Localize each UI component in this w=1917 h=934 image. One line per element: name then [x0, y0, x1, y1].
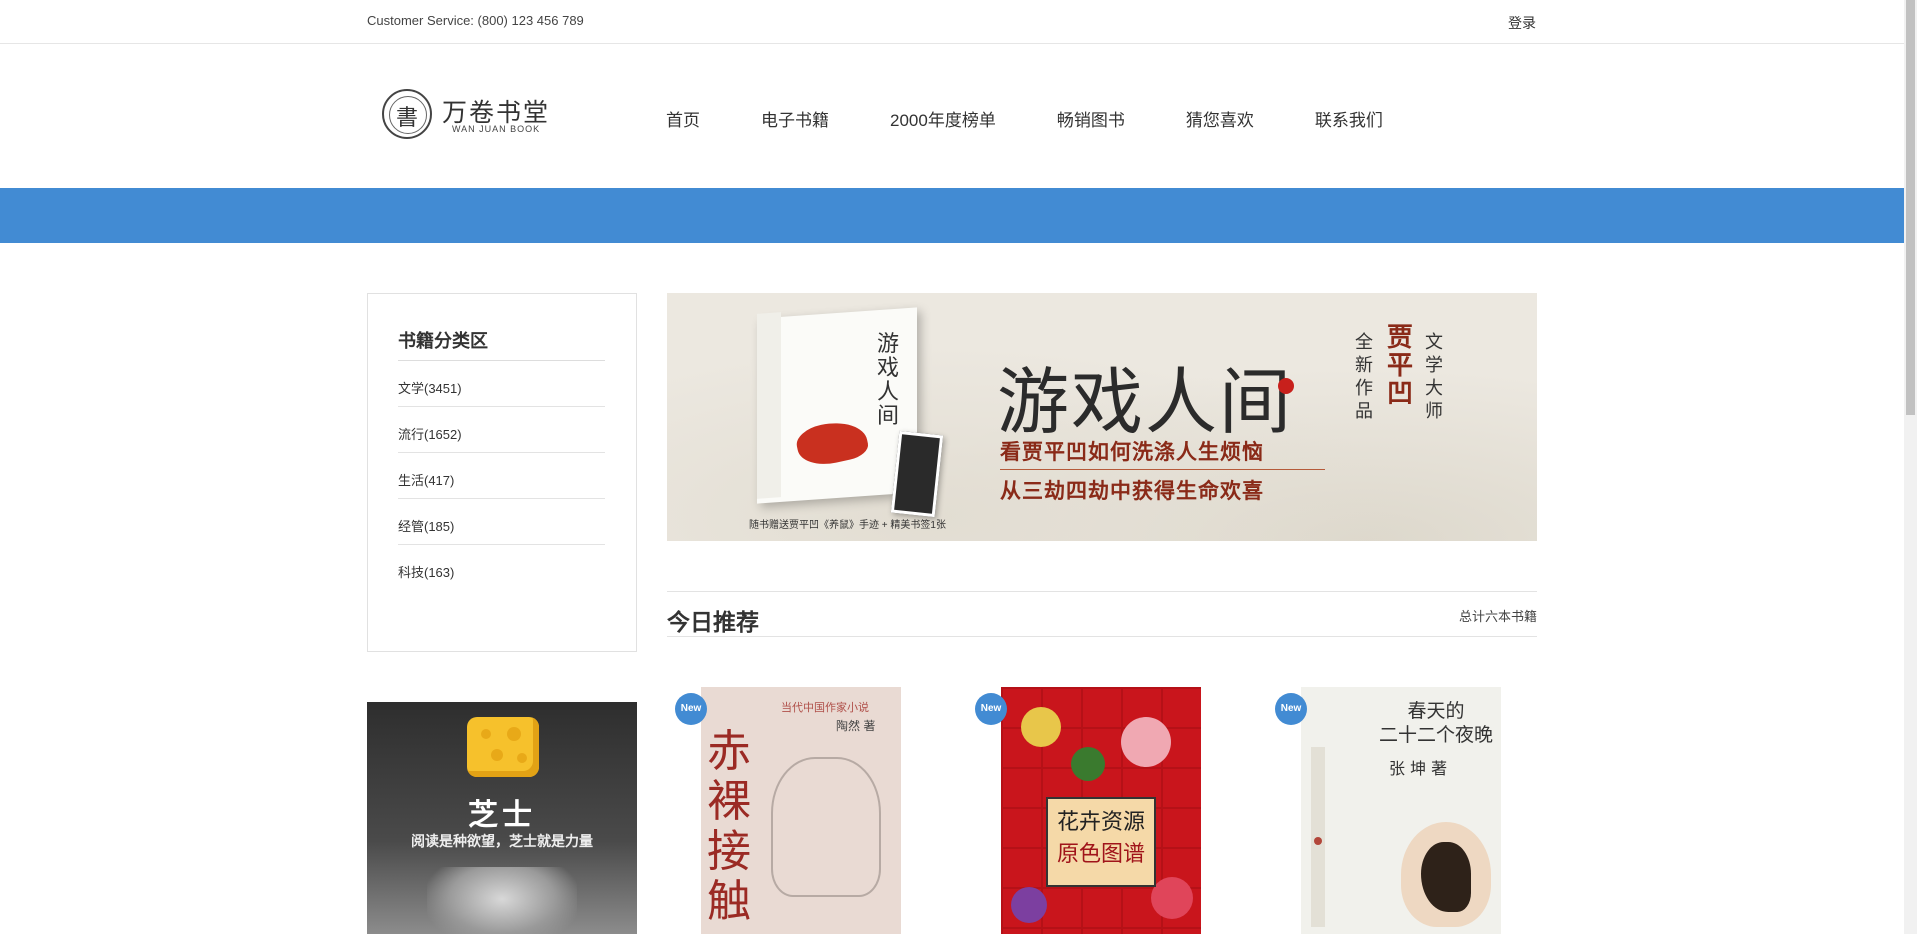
- banner-rule: [1000, 469, 1325, 470]
- nav-item-recommended[interactable]: 猜您喜欢: [1186, 106, 1254, 130]
- main-nav: 首页 电子书籍 2000年度榜单 畅销图书 猜您喜欢 联系我们: [666, 106, 1444, 130]
- hands-holding-books-image: [427, 867, 577, 934]
- cheese-ad-banner[interactable]: 芝士 阅读是种欲望，芝士就是力量: [367, 702, 637, 934]
- banner-line-2: 从三劫四劫中获得生命欢喜: [1000, 480, 1264, 503]
- banner-col-new-work: 全新作品: [1355, 332, 1373, 421]
- cheese-icon: [467, 717, 539, 777]
- promo-banner[interactable]: 游戏人间 游戏人间 看贾平凹如何洗涤人生烦恼 从三劫四劫中获得生命欢喜 全新作品…: [667, 293, 1537, 541]
- nav-item-contact[interactable]: 联系我们: [1315, 106, 1383, 130]
- banner-col-master: 文学大师: [1425, 332, 1443, 421]
- sketch-illustration: [771, 757, 881, 897]
- ad-brand: 芝士: [468, 799, 536, 832]
- section-title: 今日推荐: [667, 609, 759, 635]
- sidebar-title: 书籍分类区: [398, 331, 488, 351]
- book-cover: 春天的 二十二个夜晚 张 坤 著: [1301, 687, 1501, 934]
- login-link[interactable]: 登录: [1508, 13, 1536, 33]
- today-recommend-header: 今日推荐 总计六本书籍: [667, 591, 1537, 637]
- book-series: 当代中国作家小说: [781, 702, 869, 714]
- nav-item-ebooks[interactable]: 电子书籍: [761, 106, 829, 130]
- nav-item-bestsellers[interactable]: 畅销图书: [1057, 106, 1125, 130]
- bookmark-illustration: [890, 430, 944, 518]
- book-card[interactable]: 当代中国作家小说 陶然 著 赤裸接触: [701, 687, 901, 934]
- new-badge: New: [975, 693, 1007, 725]
- top-bar: Customer Service: (800) 123 456 789 登录: [0, 0, 1904, 44]
- book-title-line-1: 花卉资源: [1056, 810, 1145, 835]
- book-cover: 当代中国作家小说 陶然 著 赤裸接触: [701, 687, 901, 934]
- book-author: 陶然 著: [836, 719, 876, 733]
- book-author: 张 坤 著: [1389, 759, 1448, 778]
- category-list: 文学(3451) 流行(1652) 生活(417) 经管(185) 科技(163…: [398, 361, 605, 591]
- banner-book-spine: [757, 312, 781, 499]
- category-sidebar: 书籍分类区 文学(3451) 流行(1652) 生活(417) 经管(185) …: [367, 293, 637, 652]
- flower-icon: [1121, 717, 1171, 767]
- category-item-literature[interactable]: 文学(3451): [398, 361, 605, 407]
- nav-item-home[interactable]: 首页: [666, 106, 700, 130]
- scrollbar-thumb[interactable]: [1906, 0, 1915, 415]
- cover-dot-icon: [1314, 837, 1322, 845]
- new-badge: New: [1275, 693, 1307, 725]
- cover-title-label: 花卉资源 原色图谱: [1046, 797, 1156, 887]
- leaf-icon: [1071, 747, 1105, 781]
- new-badge: New: [675, 693, 707, 725]
- book-cover: 花卉资源 原色图谱: [1001, 687, 1201, 934]
- flower-icon: [1021, 707, 1061, 747]
- ad-slogan: 阅读是种欲望，芝士就是力量: [411, 833, 593, 849]
- nav-item-annual-ranking[interactable]: 2000年度榜单: [890, 106, 996, 130]
- book-card[interactable]: 花卉资源 原色图谱: [1001, 687, 1201, 934]
- book-title: 春天的 二十二个夜晚: [1378, 700, 1493, 746]
- blue-banner-strip: [0, 188, 1904, 243]
- category-item-popular[interactable]: 流行(1652): [398, 407, 605, 453]
- book-title: 赤裸接触: [707, 726, 751, 927]
- banner-headline: 游戏人间: [997, 360, 1294, 444]
- category-item-technology[interactable]: 科技(163): [398, 545, 605, 591]
- category-item-life[interactable]: 生活(417): [398, 453, 605, 499]
- banner-line-1: 看贾平凹如何洗涤人生烦恼: [1000, 441, 1264, 464]
- banner-footnote: 随书赠送贾平凹《养鼠》手迹 + 精美书签1张: [749, 520, 946, 531]
- site-logo[interactable]: 書 万卷书堂 WAN JUAN BOOK: [382, 88, 562, 144]
- page-scrollbar[interactable]: [1904, 0, 1917, 934]
- banner-col-author: 贾平凹: [1387, 322, 1414, 408]
- flower-icon: [1151, 877, 1193, 919]
- customer-service-text: Customer Service: (800) 123 456 789: [367, 13, 584, 28]
- flower-icon: [1011, 887, 1047, 923]
- category-item-business[interactable]: 经管(185): [398, 499, 605, 545]
- logo-name-en: WAN JUAN BOOK: [452, 124, 541, 134]
- book-card[interactable]: 春天的 二十二个夜晚 张 坤 著: [1301, 687, 1501, 934]
- site-header: 書 万卷书堂 WAN JUAN BOOK 首页 电子书籍 2000年度榜单 畅销…: [0, 44, 1904, 188]
- portrait-hair: [1421, 842, 1471, 912]
- book-total-count: 总计六本书籍: [1458, 609, 1537, 624]
- red-dot-icon: [1278, 378, 1294, 394]
- banner-book-title: 游戏人间: [877, 332, 900, 429]
- logo-seal-icon: 書: [382, 89, 432, 139]
- book-title-line-2: 原色图谱: [1056, 842, 1145, 867]
